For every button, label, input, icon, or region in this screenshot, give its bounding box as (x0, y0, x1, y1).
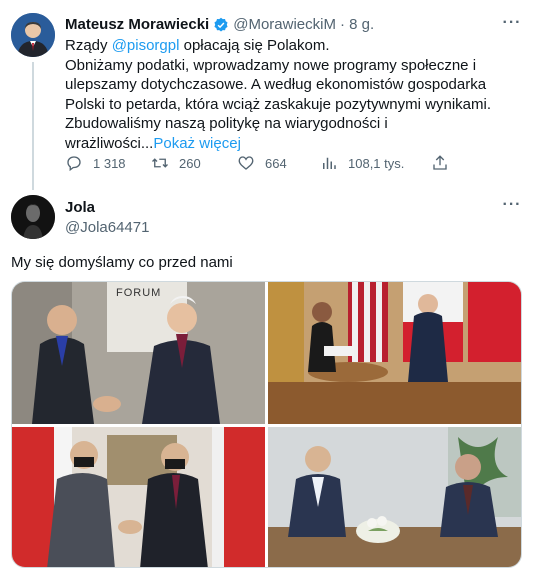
reply-text: My się domyślamy co przed nami (11, 254, 233, 271)
thread-line (32, 62, 34, 190)
photo-canada-handshake[interactable] (12, 427, 265, 567)
mention-link[interactable]: @pisorgpl (112, 37, 180, 54)
views-button[interactable]: 108,1 tys. (320, 154, 404, 172)
heart-icon (238, 156, 254, 170)
retweet-icon (152, 158, 168, 168)
verified-badge-icon (214, 17, 228, 32)
forum-sign-text: FORUM (116, 287, 161, 299)
tweet-text-part: Rządy (65, 37, 112, 54)
reply-header: Jola @Jola64471 (65, 199, 149, 236)
views-count: 108,1 tys. (348, 155, 405, 171)
photo-table-meeting[interactable] (268, 427, 521, 567)
reply-button[interactable]: 1 318 (65, 154, 126, 172)
tweet-text: Rządy @pisorgpl opłacają się Polakom. Ob… (65, 36, 505, 153)
share-button[interactable] (431, 154, 459, 172)
reply-count: 1 318 (93, 155, 126, 171)
reply-author-handle[interactable]: @Jola64471 (65, 219, 149, 236)
tweet-time[interactable]: · 8 g. (340, 16, 374, 33)
more-options-icon[interactable]: ··· (502, 15, 522, 36)
tweet-text-part: opłacają się Polakom. (179, 37, 330, 54)
reply-author-name[interactable]: Jola (65, 199, 149, 216)
share-icon (433, 155, 447, 170)
retweet-button[interactable]: 260 (151, 154, 201, 172)
author-avatar[interactable] (11, 13, 55, 57)
reply-more-options-icon[interactable]: ··· (502, 197, 522, 218)
like-button[interactable]: 664 (237, 154, 287, 172)
tweet-header: Mateusz Morawiecki @MorawieckiM · 8 g. (65, 16, 374, 33)
author-handle[interactable]: @MorawieckiM (233, 16, 336, 33)
show-more-link[interactable]: Pokaż więcej (153, 135, 241, 152)
photo-meeting-flags[interactable] (268, 282, 521, 424)
tweet-text-paragraph: Obniżamy podatki, wprowadzamy nowe progr… (65, 56, 491, 113)
reply-icon (67, 156, 81, 172)
tweet-actions: 1 318 260 664 108,1 tys. (65, 154, 455, 176)
retweet-count: 260 (179, 155, 201, 171)
views-chart-icon (323, 157, 336, 169)
reply-author-avatar[interactable] (11, 195, 55, 239)
author-name[interactable]: Mateusz Morawiecki (65, 16, 209, 33)
tweet-original: Mateusz Morawiecki @MorawieckiM · 8 g. ·… (0, 0, 544, 190)
reply-photo-grid: FORUM (11, 281, 522, 568)
like-count: 664 (265, 155, 287, 171)
photo-handshake-forum[interactable]: FORUM (12, 282, 265, 424)
